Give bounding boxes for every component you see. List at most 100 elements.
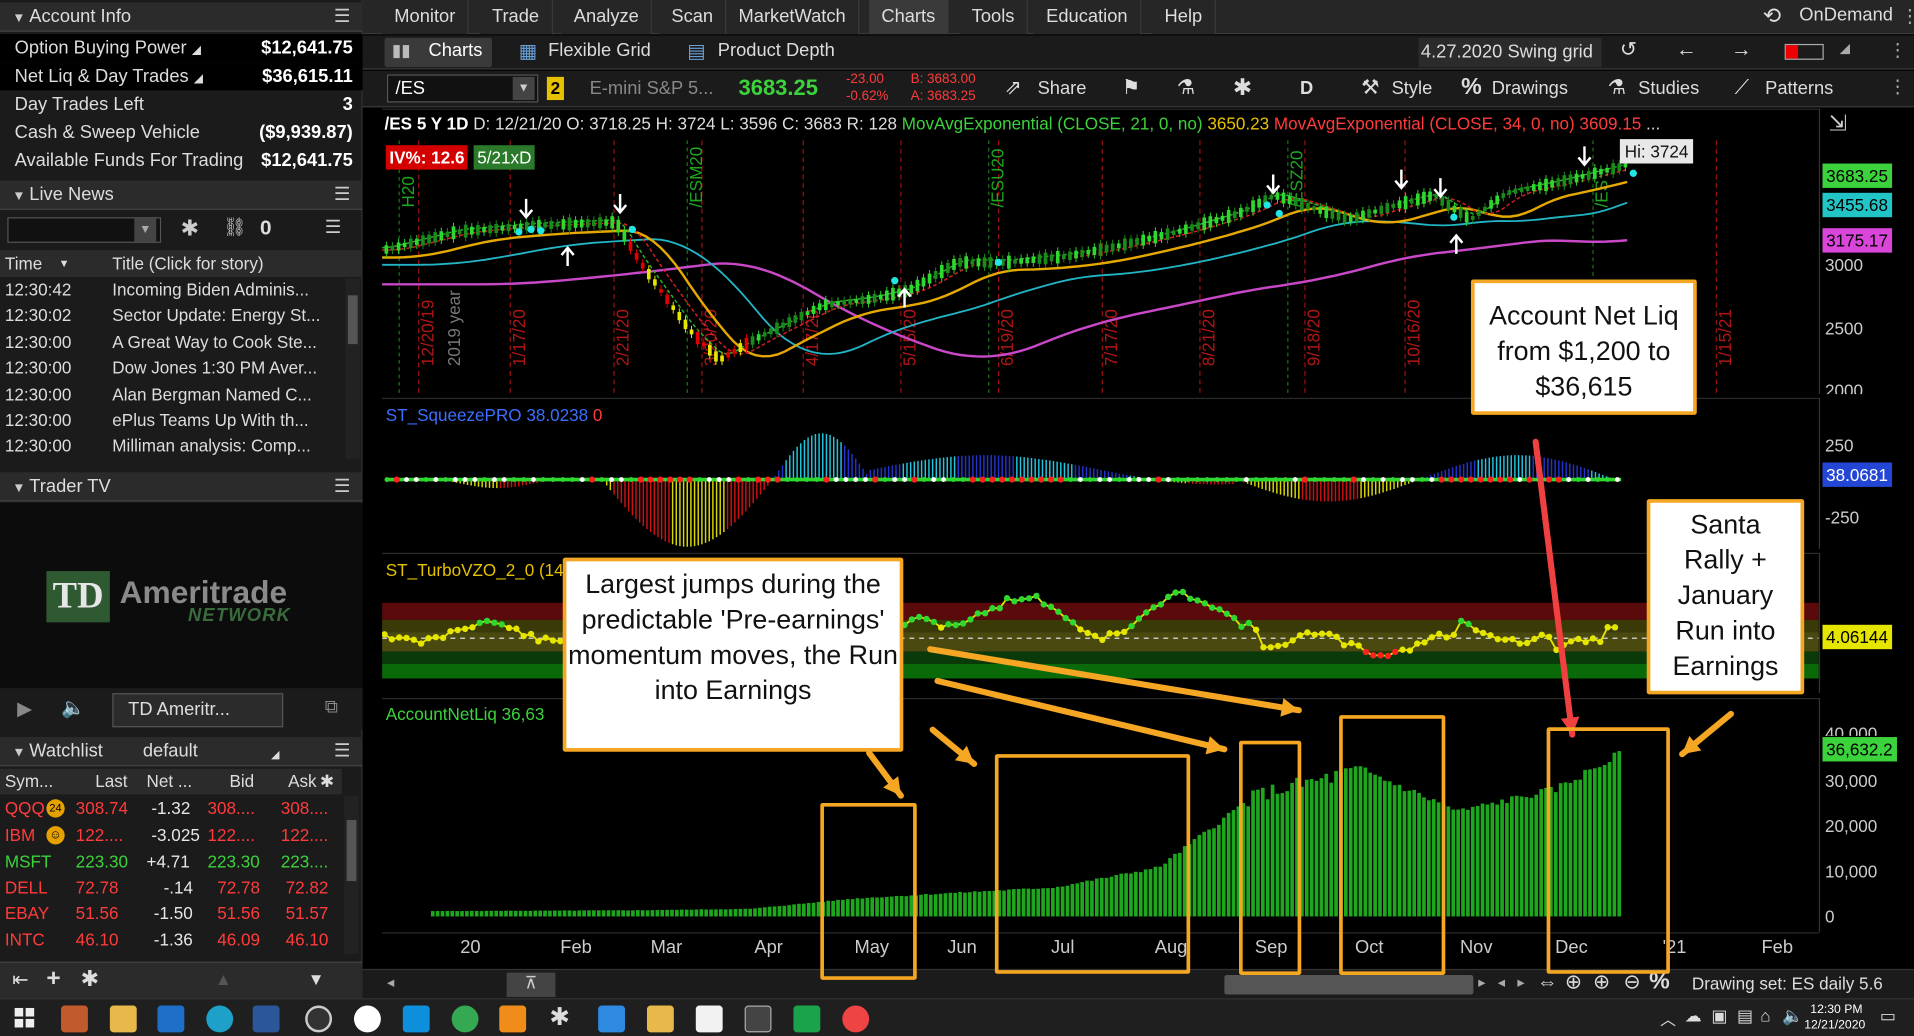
- list-item[interactable]: 12:30:00 Milliman analysis: Comp...: [0, 433, 348, 459]
- network-icon[interactable]: ⌂: [1760, 1006, 1770, 1026]
- table-row[interactable]: MSFT 223.30 +4.71 223.30 223....: [0, 849, 342, 875]
- col-ask[interactable]: Ask: [288, 769, 316, 795]
- tab-scan[interactable]: Scan: [659, 0, 727, 35]
- grid-name-select[interactable]: 4.27.2020 Swing grid: [1418, 37, 1602, 68]
- list-item[interactable]: 12:30:42 Incoming Biden Adminis...: [0, 277, 348, 303]
- menu-icon[interactable]: ☰: [334, 737, 350, 766]
- scroll-home-button[interactable]: ⊼: [506, 972, 556, 997]
- menu-icon[interactable]: ☰: [334, 181, 350, 210]
- notepad-icon[interactable]: [695, 1005, 723, 1033]
- col-title[interactable]: Title (Click for story): [112, 250, 263, 277]
- layout-icon[interactable]: [1784, 43, 1824, 60]
- flask-icon[interactable]: ⚗: [1177, 76, 1196, 100]
- account-row[interactable]: Option Buying Power ◢ $12,641.75: [0, 34, 363, 63]
- patterns-button[interactable]: Patterns: [1765, 78, 1833, 99]
- table-row[interactable]: EBAY 51.56 -1.50 51.56 51.57: [0, 901, 342, 927]
- app-icon[interactable]: [61, 1005, 88, 1033]
- cloud-icon[interactable]: ☁: [1685, 1006, 1702, 1027]
- list-item[interactable]: 12:30:00 Alan Bergman Named C...: [0, 382, 348, 408]
- col-symbol[interactable]: Sym...: [5, 769, 53, 795]
- menu-icon[interactable]: ☰: [325, 216, 341, 238]
- file-explorer-icon[interactable]: [109, 1005, 137, 1033]
- tab-trade[interactable]: Trade: [479, 0, 553, 35]
- col-bid[interactable]: Bid: [229, 769, 254, 795]
- add-icon[interactable]: +: [46, 965, 60, 993]
- gear-icon[interactable]: ✱: [1233, 74, 1252, 102]
- list-item[interactable]: 12:30:00 Dow Jones 1:30 PM Aver...: [0, 355, 348, 381]
- forward-icon[interactable]: →: [1731, 38, 1752, 62]
- collapse-icon[interactable]: ⇤: [12, 968, 28, 992]
- menu-icon[interactable]: ☰: [334, 2, 350, 31]
- edge-icon[interactable]: [206, 1005, 234, 1033]
- slack-icon[interactable]: [842, 1005, 870, 1033]
- col-net[interactable]: Net ...: [146, 769, 192, 795]
- scroll-right-icon[interactable]: ▸: [1517, 974, 1524, 991]
- outlook-icon[interactable]: [157, 1005, 185, 1033]
- share-icon[interactable]: ⇗: [1005, 76, 1022, 100]
- table-row[interactable]: INTC 46.10 -1.36 46.09 46.10: [0, 927, 342, 953]
- channel-select[interactable]: TD Ameritr...: [112, 693, 284, 728]
- app-icon[interactable]: [499, 1005, 527, 1033]
- chevron-down-icon[interactable]: ▼: [12, 473, 29, 502]
- app-icon[interactable]: [793, 1005, 821, 1033]
- play-icon[interactable]: ▶: [17, 697, 32, 721]
- popout-icon[interactable]: ⧉: [325, 697, 338, 718]
- table-row[interactable]: IBM ☺ 122.... -3.025 122.... 122....: [0, 822, 342, 848]
- volume-icon[interactable]: 🔈: [1782, 1006, 1803, 1027]
- skype-icon[interactable]: [402, 1005, 430, 1033]
- list-item[interactable]: 12:30:00 A Great Way to Cook Ste...: [0, 329, 348, 355]
- share-button[interactable]: Share: [1038, 78, 1087, 99]
- style-icon[interactable]: ⚒: [1361, 76, 1380, 100]
- tab-marketwatch[interactable]: MarketWatch: [726, 0, 860, 35]
- menu-icon[interactable]: ⋮: [1901, 5, 1914, 27]
- account-info-header[interactable]: ▼ Account Info ☰: [0, 2, 363, 32]
- mail-icon[interactable]: [598, 1005, 625, 1033]
- volume-icon[interactable]: 🔈: [61, 696, 85, 720]
- watchlist-name[interactable]: default: [143, 737, 198, 766]
- up-icon[interactable]: ▲: [215, 969, 232, 989]
- ondemand-icon[interactable]: ⟲: [1763, 4, 1781, 30]
- video-player[interactable]: TD Ameritrade NETWORK: [0, 502, 363, 689]
- tab-education[interactable]: Education: [1033, 0, 1142, 35]
- tab-help[interactable]: Help: [1152, 0, 1216, 35]
- col-time[interactable]: Time: [5, 250, 42, 277]
- ondemand-button[interactable]: OnDemand: [1799, 5, 1893, 26]
- scroll-right-icon[interactable]: ▸: [1478, 974, 1485, 991]
- tab-analyze[interactable]: Analyze: [561, 0, 653, 35]
- drawing-set-label[interactable]: Drawing set: ES daily 5.6: [1692, 974, 1883, 994]
- scrollbar[interactable]: [344, 795, 359, 955]
- clock-date[interactable]: 12/21/2020: [1804, 1019, 1865, 1032]
- patterns-icon[interactable]: ⟋: [1735, 76, 1750, 100]
- gear-icon[interactable]: ✱: [549, 1002, 569, 1033]
- chevron-down-icon[interactable]: ▼: [12, 738, 29, 767]
- list-item[interactable]: 12:30:02 Sector Update: Energy St...: [0, 303, 348, 329]
- trader-tv-header[interactable]: ▼ Trader TV ☰: [0, 472, 363, 502]
- studies-button[interactable]: Studies: [1638, 78, 1699, 99]
- drawings-button[interactable]: Drawings: [1492, 78, 1568, 99]
- chevron-down-icon[interactable]: ◢: [1840, 40, 1850, 56]
- scroll-left-icon[interactable]: ◂: [387, 974, 394, 991]
- gear-icon[interactable]: ✱: [181, 216, 199, 242]
- scroll-left-icon[interactable]: ◂: [1498, 974, 1505, 991]
- period-button[interactable]: D: [1300, 78, 1313, 99]
- link-icon[interactable]: ⛓: [223, 216, 246, 238]
- gear-icon[interactable]: ✱: [81, 966, 99, 992]
- studies-icon[interactable]: ⚗: [1608, 76, 1627, 100]
- down-icon[interactable]: ▼: [308, 969, 325, 989]
- menu-icon[interactable]: ⋮: [1888, 76, 1906, 98]
- percent-icon[interactable]: %: [1461, 74, 1482, 101]
- col-last[interactable]: Last: [95, 769, 127, 795]
- chevron-down-icon[interactable]: ▼: [134, 218, 157, 242]
- menu-icon[interactable]: ⋮: [1888, 39, 1906, 61]
- subtab-charts[interactable]: ▮▮ Charts: [384, 37, 492, 68]
- calculator-icon[interactable]: [744, 1005, 772, 1033]
- notification-icon[interactable]: ▭: [1880, 1006, 1896, 1027]
- back-icon[interactable]: ←: [1676, 38, 1697, 62]
- style-button[interactable]: Style: [1392, 78, 1433, 99]
- windows-start-icon[interactable]: [14, 1007, 35, 1028]
- symbol-input[interactable]: /ES ▼: [386, 74, 539, 103]
- tab-monitor[interactable]: Monitor: [382, 0, 469, 35]
- chevron-up-icon[interactable]: ︿: [1660, 1007, 1676, 1030]
- chevron-down-icon[interactable]: ▼: [12, 182, 29, 211]
- subtab-flexible-grid[interactable]: Flexible Grid: [548, 40, 651, 61]
